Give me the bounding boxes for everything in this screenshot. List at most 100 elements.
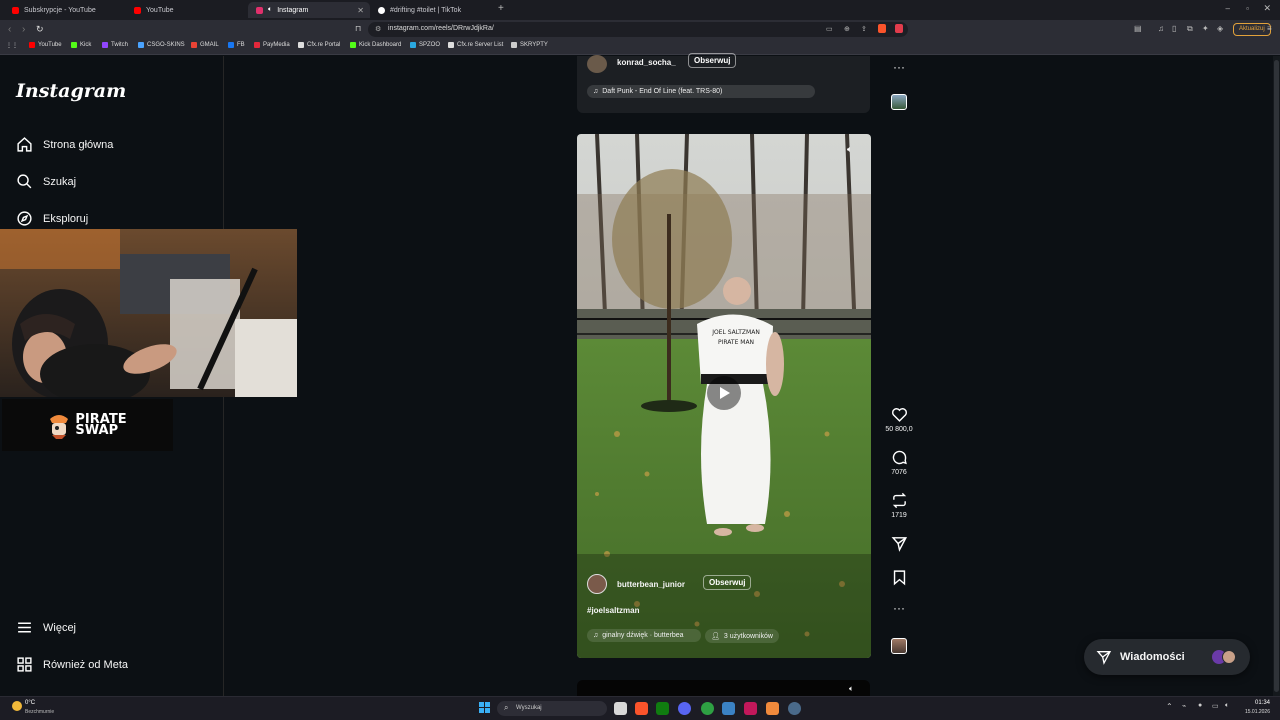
reader-icon[interactable]: ▤ [1134, 24, 1142, 33]
chevron-up-icon[interactable]: ⌃ [1166, 702, 1173, 711]
play-button[interactable] [707, 376, 741, 410]
more-options-icon[interactable]: ··· [880, 60, 918, 74]
windows-start-icon[interactable] [479, 702, 491, 714]
mute-icon[interactable]: 🔈︎ [849, 684, 854, 694]
reel-video[interactable]: JOEL SALTZMAN PIRATE MAN 🔈︎ butterbean_j… [577, 134, 871, 658]
more-options-icon[interactable]: ··· [880, 601, 918, 615]
xbox-icon[interactable] [656, 702, 669, 715]
bookmark-kick-dashboard[interactable]: Kick Dashboard [350, 42, 401, 48]
repost-button[interactable]: 1719 [880, 492, 918, 519]
zoom-icon[interactable]: ⊕ [844, 25, 850, 33]
avatar[interactable] [587, 55, 607, 73]
sidebar-item-also-from-meta[interactable]: Również od Meta [16, 656, 128, 673]
bookmark-kick[interactable]: Kick [71, 42, 91, 48]
update-button[interactable]: Aktualizuj [1233, 23, 1271, 36]
audio-pill[interactable]: ♫ ginalny dźwięk · butterbea [587, 629, 701, 642]
bookmark-paymedia[interactable]: PayMedia [254, 42, 290, 48]
taskbar-search-placeholder: Wyszukaj [516, 705, 542, 711]
url-field[interactable]: ⚙︎ instagram.com/reels/DRrwJdjkRa/ ▭ ⊕ ⇪ [368, 22, 908, 37]
screenshot-icon[interactable]: ⧉ [1187, 24, 1193, 34]
follow-button[interactable]: Obserwuj [703, 575, 752, 590]
sidebar-item-explore[interactable]: Eksploruj [16, 210, 88, 227]
chrome-icon[interactable] [701, 702, 714, 715]
bookmark-label: Kick [80, 42, 92, 48]
menu-icon[interactable]: ≡ [1267, 24, 1272, 33]
bookmark-csgo-skins[interactable]: CSGO-SKINS [138, 42, 185, 48]
calculator-icon[interactable] [722, 702, 735, 715]
reload-icon[interactable]: ↻ [36, 24, 44, 35]
bookmark-cfx-portal[interactable]: Cfx.re Portal [298, 42, 340, 48]
tab-youtube[interactable]: YouTube [126, 2, 248, 18]
avatar[interactable] [587, 574, 607, 594]
scrollbar-thumb[interactable] [1274, 60, 1279, 692]
bookmark-youtube[interactable]: YouTube [29, 42, 62, 48]
tab-label: YouTube [146, 6, 174, 14]
tab-youtube-subscriptions[interactable]: Subskrypcje - YouTube [4, 2, 126, 18]
back-icon[interactable]: ‹ [8, 24, 11, 35]
clock-time[interactable]: 01:34 [1242, 700, 1270, 706]
messages-button[interactable]: Wiadomości [1084, 639, 1250, 675]
file-explorer-icon[interactable] [614, 702, 627, 715]
username[interactable]: butterbean_junior [617, 580, 685, 589]
display-icon[interactable]: ▭ [1212, 702, 1219, 710]
share-button[interactable] [880, 535, 918, 555]
minimize-icon[interactable]: – [1226, 4, 1230, 13]
volume-icon[interactable]: 🔈︎ [1225, 702, 1229, 710]
comment-button[interactable]: 7076 [880, 449, 918, 476]
audio-thumbnail[interactable] [891, 638, 907, 654]
discord-icon[interactable] [678, 702, 691, 715]
close-icon[interactable]: ✕ [357, 6, 364, 15]
sidebar-item-home[interactable]: Strona główna [16, 136, 113, 153]
vlc-icon[interactable] [766, 702, 779, 715]
bookmark-cfx-server-list[interactable]: Cfx.re Server List [448, 42, 503, 48]
hashtag[interactable]: #joelsaltzman [587, 606, 639, 615]
username[interactable]: konrad_socha_ [617, 58, 676, 67]
bookmark-fb[interactable]: FB [228, 42, 245, 48]
sidebar-item-more[interactable]: Więcej [16, 619, 76, 636]
instagram-logo[interactable]: Instagram [16, 80, 126, 102]
next-reel-preview[interactable]: 🔈︎ [577, 680, 870, 696]
users-pill[interactable]: 👤︎ 3 użytkowników [705, 629, 779, 643]
tab-tiktok[interactable]: #drifting #toilet | TikTok [370, 2, 492, 18]
audio-pill[interactable]: ♫ Daft Punk - End Of Line (feat. TRS-80) [587, 85, 815, 98]
clock-date[interactable]: 15.01.2026 [1236, 709, 1270, 715]
cfx-icon [448, 42, 454, 48]
network-icon[interactable]: ⌁ [1182, 702, 1186, 710]
settings-icon[interactable] [788, 702, 801, 715]
vpn-icon[interactable]: ◈ [1217, 24, 1223, 33]
share-icon[interactable]: ⇪ [861, 25, 867, 33]
cast-icon[interactable]: ▭ [826, 25, 833, 33]
follow-button[interactable]: Obserwuj [688, 53, 737, 68]
maximize-icon[interactable]: ▫ [1246, 4, 1249, 13]
sidebar-icon[interactable]: ▯ [1172, 24, 1176, 33]
like-button[interactable]: 50 800,0 [880, 406, 918, 433]
microphone-icon[interactable]: ● [1198, 702, 1202, 709]
new-tab-button[interactable]: + [498, 3, 504, 14]
bookmark-gmail[interactable]: GMAIL [191, 42, 219, 48]
brave-rewards-icon[interactable] [895, 24, 903, 33]
brave-browser-icon[interactable] [635, 702, 648, 715]
bookmark-spzoo[interactable]: SPZOO [410, 42, 440, 48]
meta-grid-icon [17, 657, 32, 672]
compass-icon [17, 211, 32, 226]
taskbar-search-input[interactable]: ⌕ Wyszukaj [497, 701, 607, 716]
streaming-app-icon[interactable] [744, 702, 757, 715]
scrollbar[interactable] [1273, 56, 1280, 696]
send-icon [1096, 651, 1112, 665]
brave-shield-icon[interactable] [878, 24, 886, 33]
close-window-icon[interactable]: ✕ [1263, 3, 1271, 14]
forward-icon[interactable]: › [22, 24, 25, 35]
bookmark-skrypty[interactable]: SKRYPTY [511, 42, 548, 48]
audio-thumbnail[interactable] [891, 94, 907, 110]
weather-icon[interactable] [12, 701, 22, 711]
site-info-icon[interactable]: ⚙︎ [375, 25, 381, 33]
tab-instagram[interactable]: 🔈︎ Instagram ✕ [248, 2, 370, 18]
mute-icon[interactable]: 🔈︎ [847, 144, 852, 155]
music-icon[interactable]: ♫ [1158, 24, 1164, 33]
save-button[interactable] [880, 569, 918, 589]
extensions-icon[interactable]: ✦ [1202, 24, 1209, 33]
apps-grid-icon[interactable]: ⋮⋮ [6, 42, 18, 49]
bookmark-icon[interactable]: ⊓ [355, 24, 361, 33]
sidebar-item-search[interactable]: Szukaj [16, 173, 76, 190]
bookmark-twitch[interactable]: Twitch [102, 42, 128, 48]
